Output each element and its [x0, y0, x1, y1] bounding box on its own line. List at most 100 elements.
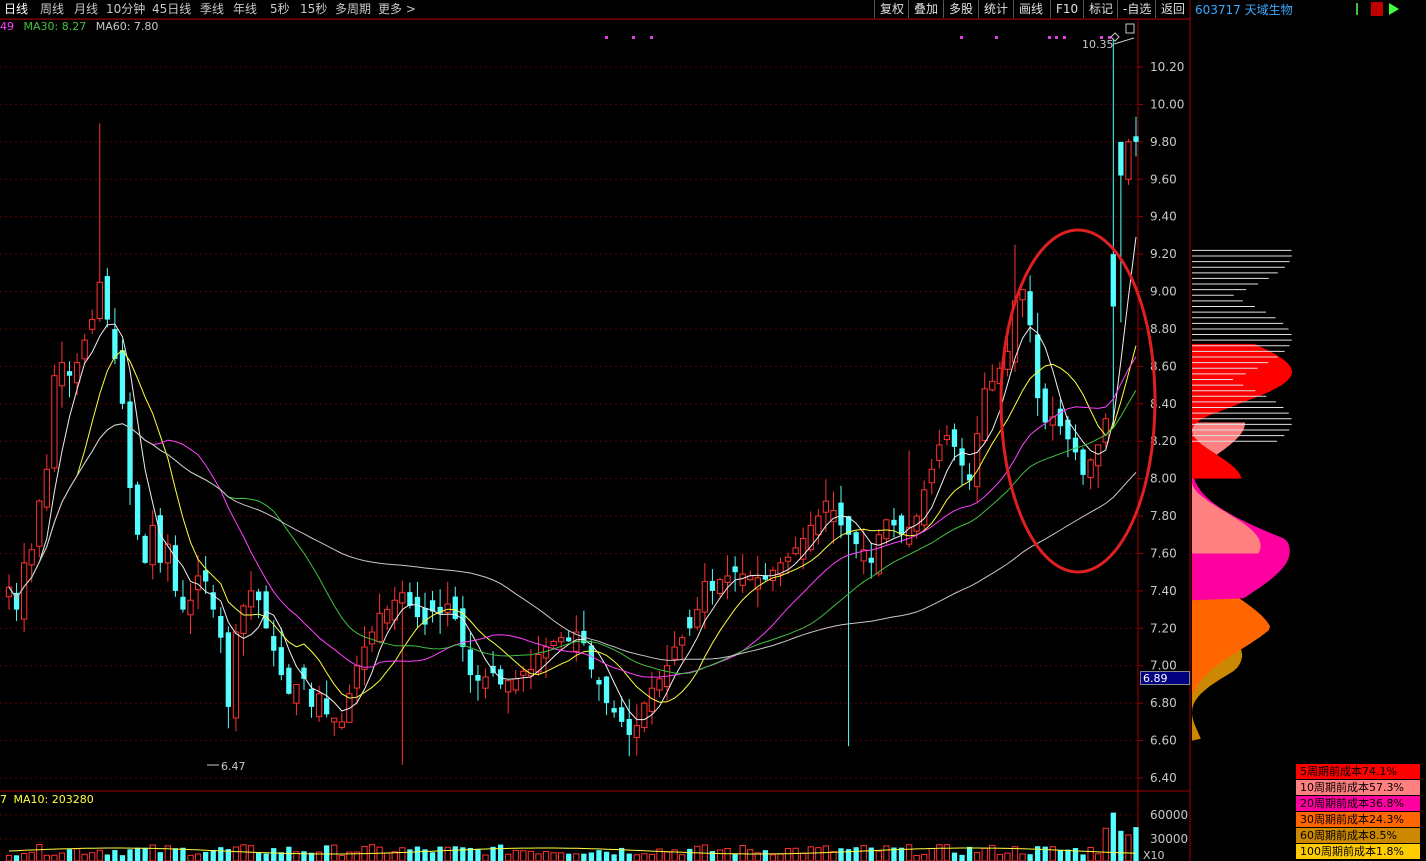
- volume-bar: [512, 849, 519, 861]
- toolbar-button-5[interactable]: F10: [1050, 0, 1083, 18]
- volume-bar: [164, 845, 171, 861]
- toolbar-button-6[interactable]: 标记: [1083, 0, 1118, 18]
- candle-body: [20, 562, 28, 620]
- volume-bar: [255, 852, 262, 861]
- volume-bar: [845, 849, 852, 861]
- price-axis-label: 9.60: [1150, 172, 1177, 186]
- volume-bar: [240, 844, 247, 861]
- volume-bar: [505, 853, 512, 861]
- volume-bar: [497, 844, 504, 861]
- toolbar-button-0[interactable]: 复权: [874, 0, 909, 18]
- candle-body: [641, 702, 648, 729]
- kline-chart[interactable]: 10.20 10.00 9.80 9.60 9.40 9.20 9.00 8.80 8.60 8.…: [0, 0, 1426, 861]
- candle-body: [96, 281, 103, 320]
- period-tab-1[interactable]: 周线: [40, 1, 64, 17]
- volume-bar: [830, 851, 837, 861]
- ma-indicator-line: 49 MA30: 8.27 MA60: 7.80: [0, 20, 158, 33]
- diamond-icon: [1110, 32, 1120, 42]
- period-tab-3[interactable]: 10分钟: [106, 1, 145, 17]
- volume-bar: [1110, 812, 1116, 861]
- volume-bar: [619, 847, 625, 861]
- candle-body: [391, 599, 398, 621]
- candle-body: [315, 693, 323, 718]
- candle-body: [936, 444, 943, 462]
- candle-body: [66, 371, 73, 376]
- candle-body: [747, 575, 754, 581]
- candle-body: [558, 637, 565, 643]
- volume-bar: [331, 844, 338, 861]
- volume-bar: [633, 854, 640, 861]
- price-axis-label: 9.40: [1150, 210, 1177, 224]
- period-tab-5[interactable]: 季线: [200, 1, 224, 17]
- toolbar-button-4[interactable]: 画线: [1013, 0, 1048, 18]
- volume-bar: [1027, 854, 1033, 861]
- flag-icon[interactable]: [1356, 3, 1368, 15]
- volume-bar: [588, 852, 595, 861]
- window-icon: [1125, 23, 1135, 34]
- ma5-line: [8, 236, 1137, 721]
- volume-bar: [1080, 854, 1086, 861]
- candle-body: [663, 665, 671, 687]
- candle-body: [1004, 350, 1011, 370]
- event-marker: [995, 36, 998, 39]
- candle-body: [535, 654, 542, 673]
- volume-bar: [747, 849, 754, 861]
- candle-body: [1110, 254, 1116, 307]
- volume-bar: [709, 851, 716, 861]
- toolbar-button-7[interactable]: -自选: [1117, 0, 1156, 18]
- candle-body: [754, 577, 761, 590]
- toolbar-button-2[interactable]: 多股: [943, 0, 978, 18]
- candle-body: [263, 591, 269, 629]
- volume-bar: [89, 852, 96, 861]
- period-tab-2[interactable]: 月线: [74, 1, 98, 17]
- candle-body: [732, 566, 738, 573]
- candle-body: [981, 388, 988, 441]
- candle-body: [28, 549, 35, 566]
- volume-bar: [482, 854, 489, 861]
- candle-body: [996, 367, 1003, 385]
- volume-bar: [278, 852, 284, 861]
- period-tab-0[interactable]: 日线: [4, 1, 28, 17]
- toolbar-button-1[interactable]: 叠加: [908, 0, 943, 18]
- warning-icon[interactable]: [1371, 2, 1383, 16]
- volume-bar: [520, 850, 527, 861]
- toolbar-button-8[interactable]: 返回: [1155, 0, 1190, 18]
- volume-bar: [1011, 846, 1019, 861]
- stock-title: 603717 天域生物: [1195, 3, 1293, 17]
- period-tab-6[interactable]: 年线: [233, 1, 257, 17]
- volume-bar: [452, 846, 458, 861]
- volume-bar: [542, 851, 550, 861]
- toolbar-button-3[interactable]: 统计: [978, 0, 1013, 18]
- volume-bar: [581, 853, 587, 861]
- period-tab-7[interactable]: 5秒: [270, 1, 290, 17]
- volume-bar: [754, 852, 761, 861]
- period-tab-9[interactable]: 多周期: [335, 1, 371, 17]
- volume-bar: [384, 852, 391, 861]
- candle-body: [278, 647, 284, 676]
- candle-body: [232, 631, 240, 719]
- volume-bar: [286, 846, 292, 861]
- volume-bar: [853, 847, 859, 861]
- candle-body: [596, 679, 602, 685]
- candle-body: [119, 350, 126, 404]
- play-icon[interactable]: [1389, 3, 1399, 15]
- period-tab-10[interactable]: 更多 >: [378, 1, 416, 17]
- candle-body: [407, 592, 413, 606]
- price-axis-label: 10.00: [1150, 97, 1184, 111]
- period-tab-8[interactable]: 15秒: [300, 1, 327, 17]
- volume-bar: [407, 849, 413, 861]
- period-tab-4[interactable]: 45日线: [152, 1, 191, 17]
- volume-bar: [966, 846, 973, 861]
- volume-bar: [883, 845, 890, 861]
- volume-bar: [875, 850, 882, 861]
- volume-bar: [905, 844, 913, 861]
- volume-bar: [1035, 846, 1041, 861]
- volume-bar: [913, 854, 920, 861]
- volume-bar: [112, 850, 118, 861]
- volume-bar: [149, 844, 156, 861]
- volume-bar: [422, 849, 428, 861]
- volume-bar: [777, 853, 784, 861]
- candle-body: [180, 596, 186, 610]
- candle-body: [762, 575, 769, 580]
- chip-legend-item: 100周期前成本1.8%: [1296, 844, 1420, 859]
